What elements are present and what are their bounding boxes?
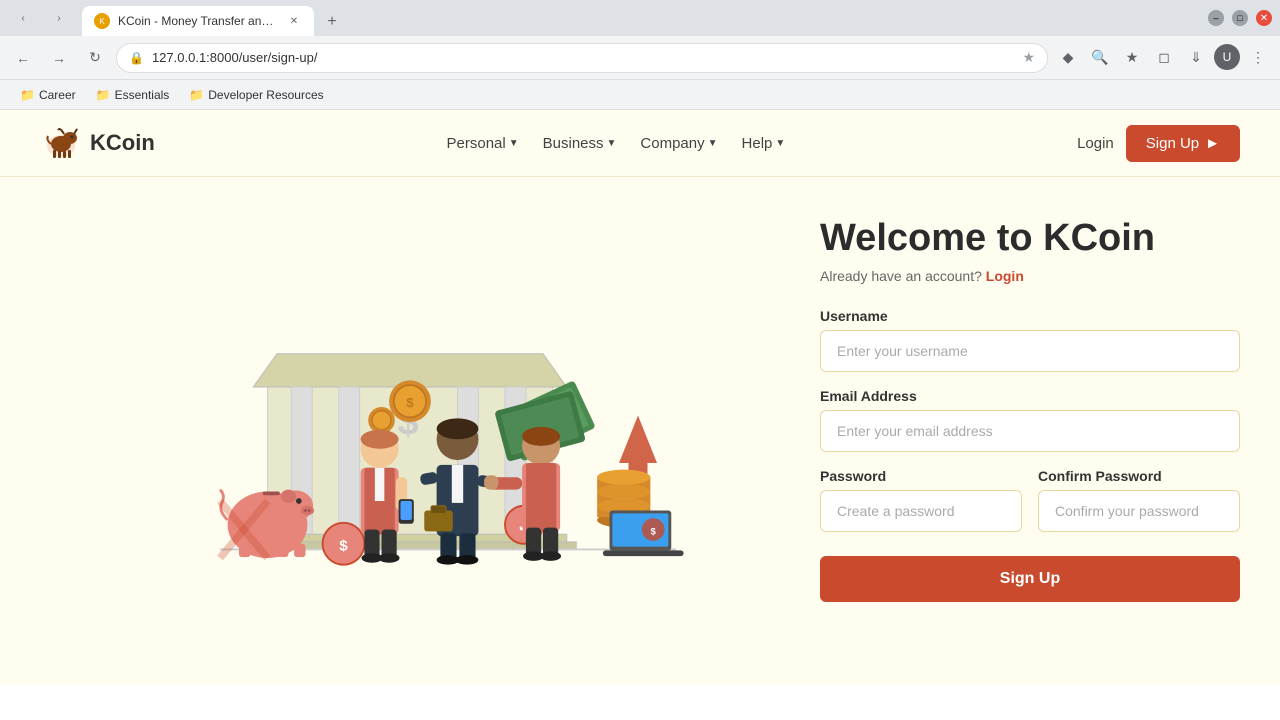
nav-links: Personal ▼ Business ▼ Company ▼ Help ▼	[447, 135, 786, 152]
logo[interactable]: KCoin	[40, 122, 155, 164]
tab-favicon: K	[94, 13, 110, 29]
bookmark-label: Career	[39, 88, 76, 102]
nav-personal[interactable]: Personal ▼	[447, 135, 519, 152]
password-label: Password	[820, 468, 1022, 484]
username-group: Username	[820, 308, 1240, 372]
hero-illustration: $	[40, 197, 780, 577]
folder-icon: 📁	[20, 88, 35, 102]
tab-title: KCoin - Money Transfer and O...	[118, 14, 278, 28]
zoom-icon[interactable]: 🔍	[1086, 44, 1114, 72]
favorites-icon[interactable]: ★	[1118, 44, 1146, 72]
navbar: KCoin Personal ▼ Business ▼ Company ▼ He…	[0, 110, 1280, 177]
menu-icon[interactable]: ⋮	[1244, 44, 1272, 72]
browser-forward[interactable]: ›	[44, 3, 74, 33]
chevron-down-icon: ▼	[775, 138, 785, 149]
signup-nav-button[interactable]: Sign Up ►	[1126, 125, 1240, 162]
download-icon[interactable]: ⇓	[1182, 44, 1210, 72]
chevron-down-icon: ▼	[708, 138, 718, 149]
illustration: $	[40, 197, 780, 582]
bookmarks-bar: 📁 Career 📁 Essentials 📁 Developer Resour…	[0, 80, 1280, 110]
bookmark-label: Developer Resources	[208, 88, 323, 102]
login-link[interactable]: Login	[986, 268, 1024, 284]
chevron-down-icon: ▼	[607, 138, 617, 149]
active-tab[interactable]: K KCoin - Money Transfer and O... ✕	[82, 6, 314, 36]
nav-business[interactable]: Business ▼	[543, 135, 617, 152]
nav-company[interactable]: Company ▼	[640, 135, 717, 152]
password-input[interactable]	[820, 490, 1022, 532]
email-input[interactable]	[820, 410, 1240, 452]
page-content: KCoin Personal ▼ Business ▼ Company ▼ He…	[0, 110, 1280, 684]
new-tab-button[interactable]: +	[318, 8, 346, 36]
password-row: Password Confirm Password	[820, 468, 1240, 548]
form-subtitle: Already have an account? Login	[820, 268, 1240, 284]
refresh-button[interactable]: ↻	[80, 43, 110, 73]
address-text: 127.0.0.1:8000/user/sign-up/	[152, 50, 1014, 65]
username-label: Username	[820, 308, 1240, 324]
folder-icon: 📁	[189, 88, 204, 102]
star-icon[interactable]: ★	[1022, 49, 1035, 66]
confirm-password-label: Confirm Password	[1038, 468, 1240, 484]
password-group: Password	[820, 468, 1022, 532]
bookmark-developer[interactable]: 📁 Developer Resources	[181, 86, 331, 104]
form-section: Welcome to KCoin Already have an account…	[820, 197, 1240, 602]
svg-text:$: $	[651, 526, 657, 537]
profile-icon[interactable]: U	[1214, 44, 1240, 70]
bookmark-essentials[interactable]: 📁 Essentials	[88, 86, 178, 104]
email-group: Email Address	[820, 388, 1240, 452]
nav-actions: Login Sign Up ►	[1077, 125, 1240, 162]
chevron-down-icon: ▼	[509, 138, 519, 149]
browser-back[interactable]: ‹	[8, 3, 38, 33]
confirm-password-input[interactable]	[1038, 490, 1240, 532]
extensions-icon[interactable]: ◆	[1054, 44, 1082, 72]
signup-submit-button[interactable]: Sign Up	[820, 556, 1240, 602]
forward-button[interactable]: →	[44, 43, 74, 73]
back-button[interactable]: ←	[8, 43, 38, 73]
confirm-password-group: Confirm Password	[1038, 468, 1240, 532]
nav-help[interactable]: Help ▼	[742, 135, 786, 152]
close-button[interactable]: ✕	[1256, 10, 1272, 26]
svg-text:$: $	[406, 395, 414, 410]
logo-icon	[40, 122, 82, 164]
arrow-right-icon: ►	[1205, 135, 1220, 152]
username-input[interactable]	[820, 330, 1240, 372]
bookmark-label: Essentials	[115, 88, 170, 102]
bookmark-career[interactable]: 📁 Career	[12, 86, 84, 104]
tab-close[interactable]: ✕	[286, 13, 302, 29]
email-label: Email Address	[820, 388, 1240, 404]
security-icon: 🔒	[129, 51, 144, 65]
svg-text:$: $	[339, 537, 348, 554]
logo-text: KCoin	[90, 130, 155, 156]
maximize-button[interactable]: □	[1232, 10, 1248, 26]
collections-icon[interactable]: ◻	[1150, 44, 1178, 72]
form-title: Welcome to KCoin	[820, 217, 1240, 260]
address-bar[interactable]: 🔒 127.0.0.1:8000/user/sign-up/ ★	[116, 43, 1048, 73]
main-content: $	[0, 177, 1280, 684]
login-button[interactable]: Login	[1077, 135, 1114, 152]
folder-icon: 📁	[96, 88, 111, 102]
minimize-button[interactable]: –	[1208, 10, 1224, 26]
